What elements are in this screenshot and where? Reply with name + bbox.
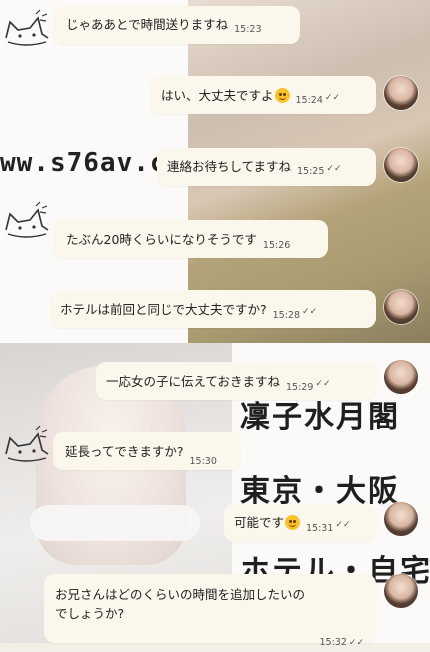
message-text-line-2: でしょうか? [55,606,125,621]
message-text: 連絡お待ちしてますね [167,159,292,174]
message-time: 15:23 [234,24,262,35]
message-time: 15:26 [262,240,291,251]
message-time: 15:31 [306,523,334,534]
sender-avatar-left[interactable] [0,8,54,56]
sender-avatar-right[interactable] [384,76,418,110]
read-receipt-icon: ✓✓ [324,93,340,103]
message-text: 延長ってできますか? [65,444,184,459]
read-receipt-icon: ✓✓ [335,520,351,530]
message-text: 可能です [234,515,285,530]
message-bubble-received[interactable]: たぶん20時くらいになりそうです 15:26 [53,220,328,258]
watermark-text: ww.s76av.cc [0,148,184,178]
message-bubble-sent[interactable]: お兄さんはどのくらいの時間を追加したいの でしょうか? 15:32 ✓✓ [44,574,376,648]
sender-avatar-left[interactable] [0,424,54,472]
message-bubble-sent[interactable]: はい、大丈夫ですよ 15:24 ✓✓ [150,76,376,114]
read-receipt-icon: ✓✓ [326,164,342,174]
read-receipt-icon: ✓✓ [315,379,331,389]
message-time: 15:29 [286,382,314,393]
read-receipt-icon: ✓✓ [302,307,318,317]
message-text: はい、大丈夫ですよ [161,88,274,103]
message-text: じゃああとで時間送りますね [66,17,229,32]
message-time: 15:30 [189,456,217,467]
sender-avatar-right[interactable] [384,148,418,182]
message-time: 15:28 [272,310,301,321]
message-time: 15:24 [295,95,323,106]
message-text: ホテルは前回と同じで大丈夫ですか? [60,302,267,317]
background-photo-detail [30,505,200,541]
message-text-line-1: お兄さんはどのくらいの時間を追加したいの [55,587,306,602]
message-bubble-received[interactable]: じゃああとで時間送りますね 15:23 [53,6,300,44]
doodle-cat-icon [5,425,49,462]
message-bubble-sent[interactable]: 連絡お待ちしてますね 15:25 ✓✓ [157,148,376,186]
sender-avatar-right[interactable] [384,502,418,536]
message-bubble-sent[interactable]: 一応女の子に伝えておきますね 15:29 ✓✓ [96,362,376,400]
sender-avatar-right[interactable] [384,360,418,394]
read-receipt-icon: ✓✓ [348,638,364,648]
message-text: 一応女の子に伝えておきますね [106,374,281,389]
message-text: たぶん20時くらいになりそうです [66,232,257,247]
doodle-cat-icon [5,201,49,238]
message-bubble-sent[interactable]: 可能です 15:31 ✓✓ [224,504,376,542]
sender-avatar-right[interactable] [384,290,418,324]
sender-avatar-left[interactable] [0,200,54,248]
message-time: 15:25 [297,166,325,177]
message-bubble-sent[interactable]: ホテルは前回と同じで大丈夫ですか? 15:28 ✓✓ [50,290,376,328]
smiling-face-emoji-icon [285,515,301,530]
doodle-cat-icon [5,9,49,46]
message-bubble-received[interactable]: 延長ってできますか? 15:30 [53,432,241,470]
smiling-face-emoji-icon [274,88,290,103]
sender-avatar-right[interactable] [384,574,418,608]
